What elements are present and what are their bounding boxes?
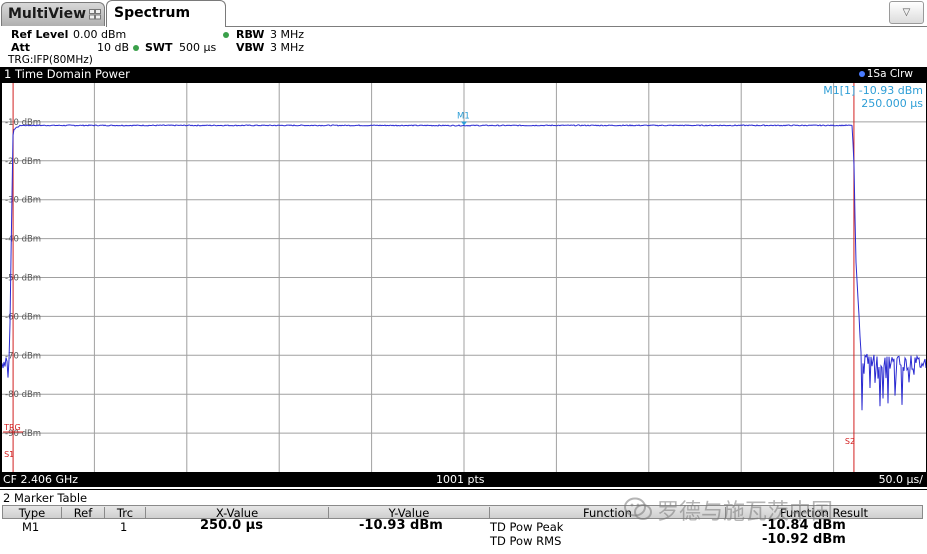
rbw-value: 3 MHz: [270, 28, 305, 41]
vbw-label: VBW: [236, 41, 265, 54]
time-per-division: 50.0 µs/: [878, 473, 923, 486]
y-tick-label: -40 dBm: [5, 235, 41, 245]
function-result: -10.92 dBm: [762, 532, 846, 547]
function-name: TD Pow Peak: [490, 520, 564, 534]
column-ref: Ref: [73, 506, 93, 520]
diagram-title: 1 Time Domain Power: [4, 67, 130, 81]
tab-spectrum-label: Spectrum: [114, 5, 191, 21]
tab-multiview[interactable]: MultiView: [1, 2, 105, 26]
marker-m1-icon: [461, 121, 467, 126]
marker-table-title: 2 Marker Table: [3, 491, 88, 505]
marker-row-type: M1: [22, 520, 40, 534]
trace-mode-label: 1Sa Clrw: [866, 68, 913, 80]
s2-label: S2: [845, 437, 855, 446]
trigger-info: TRG:IFP(80MHz): [8, 54, 93, 66]
y-tick-label: -30 dBm: [5, 196, 41, 206]
marker-readout: M1[1] -10.93 dBm 250.000 µs: [823, 84, 923, 110]
column-type: Type: [18, 506, 46, 520]
marker-row-x-value: 250.0 µs: [200, 518, 263, 533]
marker-row-trc: 1: [120, 520, 128, 534]
swt-indicator-icon: [133, 45, 139, 51]
tab-spectrum[interactable]: Spectrum: [106, 0, 226, 27]
tab-multiview-label: MultiView: [8, 6, 87, 22]
ref-level-label: Ref Level: [11, 28, 69, 41]
time-domain-plot[interactable]: -10 dBm-20 dBm-30 dBm-40 dBm-50 dBm-60 d…: [2, 83, 926, 472]
dropdown-button[interactable]: ▽: [889, 1, 924, 24]
function-name: TD Pow RMS: [490, 534, 562, 548]
vbw-value: 3 MHz: [270, 41, 305, 54]
marker-row-y-value: -10.93 dBm: [359, 518, 443, 533]
s1-label: S1: [4, 450, 14, 459]
y-tick-label: -20 dBm: [5, 157, 41, 167]
watermark-text: 罗德与施瓦茨中国: [657, 500, 834, 525]
ref-level-value: 0.00 dBm: [73, 28, 127, 41]
marker-m1-label: M1: [457, 112, 470, 122]
point-count: 1001 pts: [436, 473, 485, 486]
chevron-down-icon: ▽: [902, 7, 911, 18]
marker-readout-label: M1[1]: [823, 84, 856, 97]
column-trc: Trc: [116, 506, 134, 520]
diagram-header: 1 Time Domain Power 1Sa Clrw: [0, 67, 927, 82]
y-tick-label: -80 dBm: [5, 390, 41, 400]
watermark: 罗德与施瓦茨中国: [623, 493, 903, 525]
att-label: Att: [11, 41, 31, 54]
trace-mode: 1Sa Clrw: [858, 68, 913, 80]
att-value: 10 dB: [97, 41, 130, 54]
tab-bar: MultiView Spectrum ▽: [0, 0, 927, 27]
wechat-icon: [624, 497, 652, 520]
measurement-settings: Ref Level 0.00 dBm Att 10 dB SWT 500 µs …: [0, 27, 927, 67]
trace-dot-icon: [858, 71, 865, 77]
rbw-label: RBW: [236, 28, 265, 41]
trg-label: TRG: [3, 423, 21, 432]
diagram-footer: CF 2.406 GHz 1001 pts 50.0 µs/: [0, 472, 927, 487]
rbw-indicator-icon: [223, 32, 229, 38]
marker-group: M1: [457, 112, 470, 126]
y-tick-label: -10 dBm: [5, 118, 41, 128]
swt-value: 500 µs: [179, 41, 217, 54]
plot-grid: [2, 83, 926, 472]
grid-icon: [89, 9, 101, 20]
marker-readout-x: 250.000 µs: [861, 97, 923, 110]
swt-label: SWT: [145, 41, 173, 54]
center-frequency: CF 2.406 GHz: [3, 473, 79, 486]
marker-readout-y: -10.93 dBm: [858, 84, 923, 97]
y-tick-label: -70 dBm: [5, 351, 41, 361]
